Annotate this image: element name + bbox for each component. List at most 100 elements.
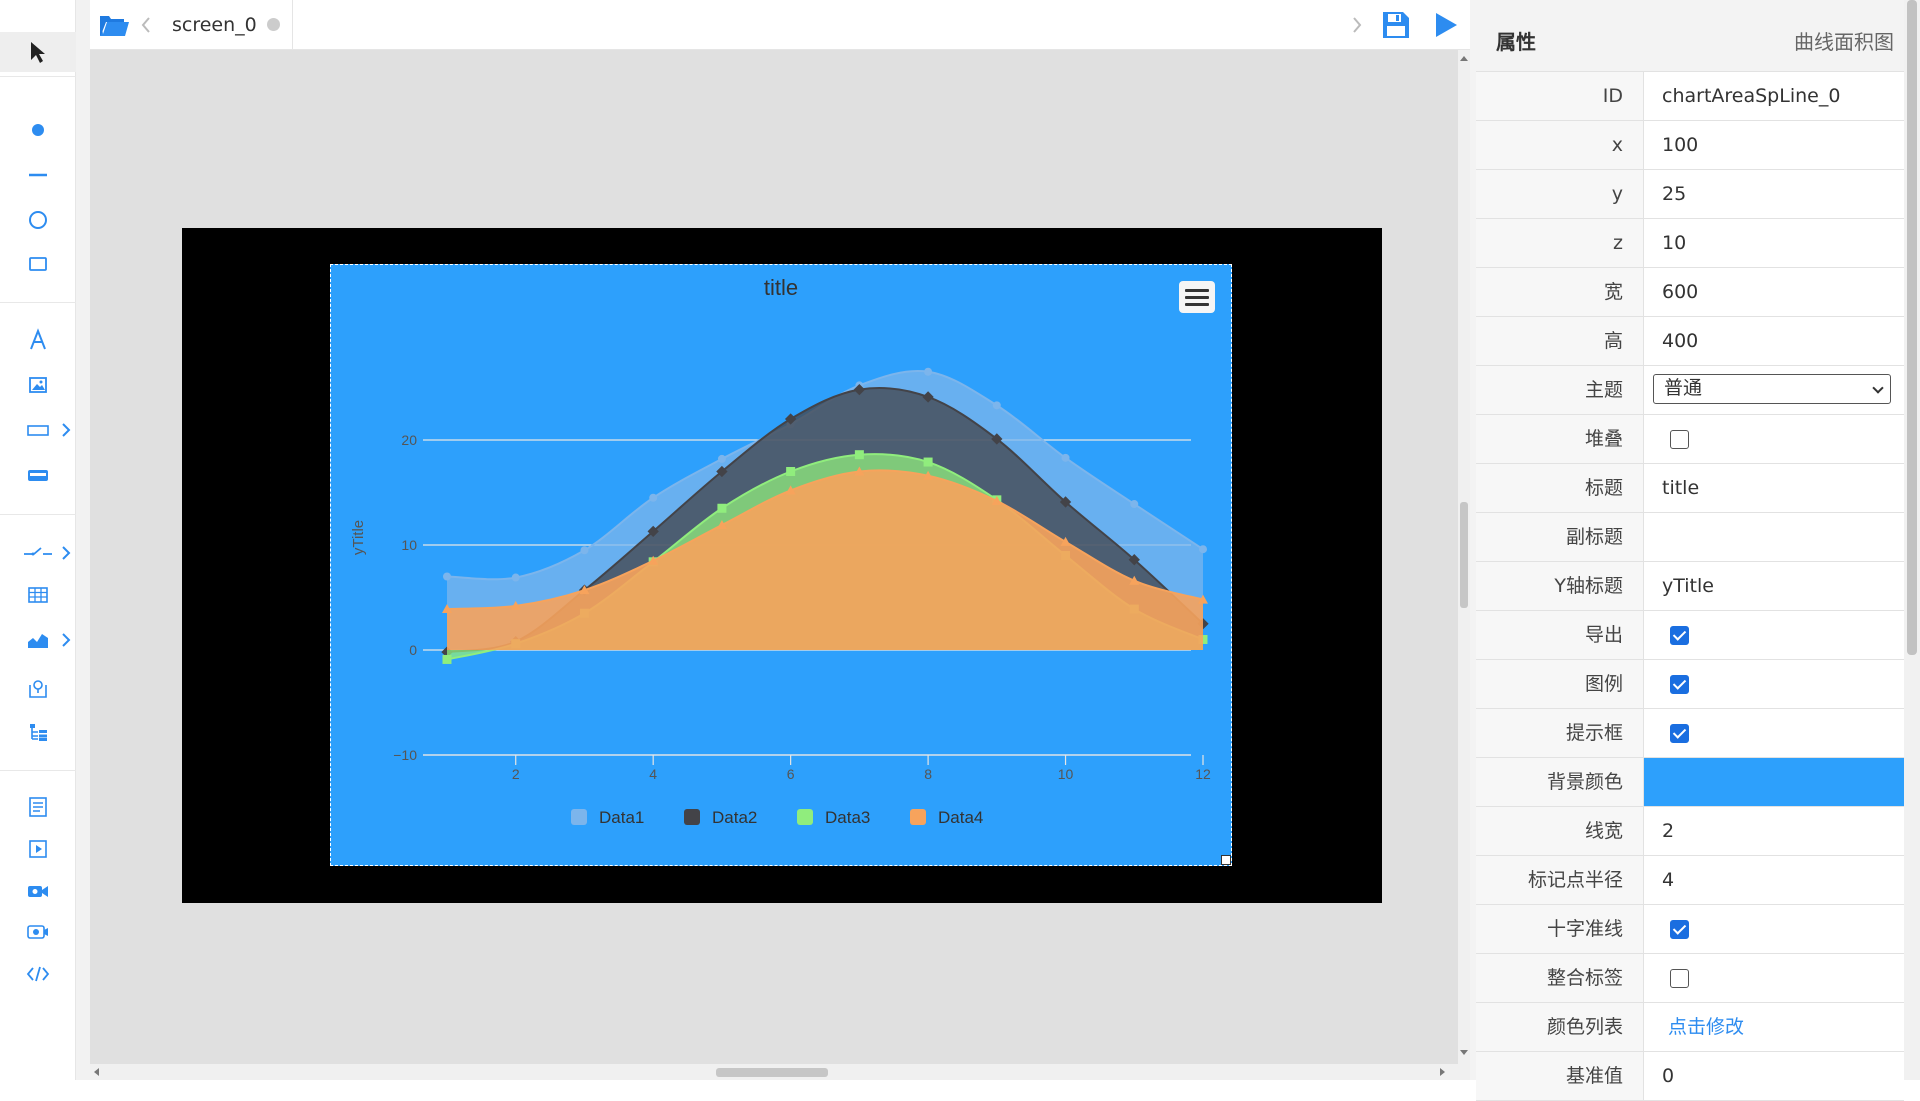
pointer-tool[interactable] bbox=[0, 32, 76, 72]
property-label: 整合标签 bbox=[1476, 954, 1644, 1002]
resize-handle[interactable] bbox=[1221, 855, 1231, 865]
canvas-horizontal-scrollbar[interactable] bbox=[90, 1064, 1470, 1080]
circle-icon bbox=[29, 211, 47, 229]
video-tool[interactable] bbox=[0, 829, 76, 869]
chevron-down-icon bbox=[1872, 382, 1884, 394]
camera-tool[interactable] bbox=[0, 871, 76, 911]
property-label: 高 bbox=[1476, 317, 1644, 365]
legend-swatch bbox=[571, 809, 587, 825]
property-row: z 10 bbox=[1476, 219, 1904, 268]
switch-tool[interactable] bbox=[0, 533, 76, 573]
property-row: 副标题 bbox=[1476, 513, 1904, 562]
property-row: 图例 bbox=[1476, 660, 1904, 709]
scrollbar-thumb[interactable] bbox=[1907, 0, 1917, 655]
data-point bbox=[786, 467, 796, 476]
property-value-input[interactable]: 100 bbox=[1644, 121, 1904, 169]
property-checkbox[interactable] bbox=[1670, 675, 1689, 694]
property-label: x bbox=[1476, 121, 1644, 169]
property-checkbox-cell[interactable] bbox=[1644, 905, 1904, 953]
dot-icon bbox=[32, 124, 44, 136]
circle-tool[interactable] bbox=[0, 200, 76, 240]
area-spline-chart[interactable]: title −10 0 10 20 yTitle 2 4 6 8 10 12 Data1 Data2 Dat… bbox=[330, 264, 1232, 866]
theme-select[interactable]: 普通 bbox=[1653, 374, 1891, 404]
scroll-up-arrow-icon[interactable] bbox=[1460, 56, 1468, 61]
form-tool[interactable] bbox=[0, 787, 76, 827]
window-tool[interactable] bbox=[0, 912, 76, 952]
tree-tool[interactable] bbox=[0, 712, 76, 752]
property-value-input[interactable]: 400 bbox=[1644, 317, 1904, 365]
data-point bbox=[1130, 500, 1139, 509]
line-tool[interactable] bbox=[0, 155, 76, 195]
tab-scroll-right-icon[interactable] bbox=[1351, 16, 1363, 34]
property-checkbox-cell[interactable] bbox=[1644, 709, 1904, 757]
property-row: 背景颜色 bbox=[1476, 758, 1904, 807]
table-tool[interactable] bbox=[0, 575, 76, 615]
export-menu-button[interactable] bbox=[1179, 281, 1215, 313]
image-tool[interactable] bbox=[0, 365, 76, 405]
property-value-input[interactable] bbox=[1644, 513, 1904, 561]
property-list: ID chartAreaSpLine_0 x 100 y 25 z 10 宽 600 高 400 主题普… bbox=[1476, 72, 1904, 1101]
code-tool[interactable] bbox=[0, 954, 76, 994]
video-icon bbox=[29, 840, 47, 858]
background-color-swatch[interactable] bbox=[1644, 758, 1904, 806]
property-value-input[interactable]: 600 bbox=[1644, 268, 1904, 316]
data-point bbox=[717, 454, 726, 463]
property-row: y 25 bbox=[1476, 170, 1904, 219]
input-box-tool[interactable] bbox=[0, 410, 76, 450]
scroll-right-arrow-icon[interactable] bbox=[1440, 1068, 1445, 1076]
property-value-input[interactable]: yTitle bbox=[1644, 562, 1904, 610]
scrollbar-thumb[interactable] bbox=[716, 1068, 828, 1077]
x-tick-label: 4 bbox=[649, 766, 657, 782]
chart-tool[interactable] bbox=[0, 620, 76, 660]
property-select-cell[interactable]: 普通 bbox=[1644, 366, 1904, 414]
tab-screen[interactable]: screen_0 bbox=[142, 0, 293, 49]
panel-scrollbar[interactable] bbox=[1904, 0, 1920, 1080]
run-button[interactable] bbox=[1433, 11, 1459, 43]
property-checkbox[interactable] bbox=[1670, 969, 1689, 988]
table-icon bbox=[28, 587, 48, 603]
x-tick-label: 6 bbox=[787, 766, 795, 782]
legend-swatch bbox=[910, 809, 926, 825]
open-folder-button[interactable] bbox=[98, 10, 130, 44]
save-button[interactable] bbox=[1380, 9, 1412, 45]
property-label: 副标题 bbox=[1476, 513, 1644, 561]
scrollbar-thumb[interactable] bbox=[1460, 502, 1468, 608]
property-checkbox[interactable] bbox=[1670, 626, 1689, 645]
edit-colors-link[interactable]: 点击修改 bbox=[1644, 1003, 1904, 1051]
data-point bbox=[924, 367, 933, 376]
input-box-icon bbox=[27, 425, 49, 436]
window-icon bbox=[27, 925, 48, 939]
chevron-right-icon bbox=[62, 423, 71, 437]
property-value-input[interactable]: 2 bbox=[1644, 807, 1904, 855]
map-tool[interactable] bbox=[0, 668, 76, 708]
data-point bbox=[992, 401, 1001, 410]
property-checkbox-cell[interactable] bbox=[1644, 611, 1904, 659]
x-tick-label: 8 bbox=[924, 766, 932, 782]
property-value-input[interactable]: title bbox=[1644, 464, 1904, 512]
legend-swatch bbox=[684, 809, 700, 825]
canvas-vertical-scrollbar[interactable] bbox=[1458, 50, 1470, 1064]
property-value-input[interactable]: chartAreaSpLine_0 bbox=[1644, 72, 1904, 120]
property-checkbox-cell[interactable] bbox=[1644, 954, 1904, 1002]
property-value-input[interactable]: 25 bbox=[1644, 170, 1904, 218]
scroll-down-arrow-icon[interactable] bbox=[1460, 1050, 1468, 1055]
property-checkbox-cell[interactable] bbox=[1644, 415, 1904, 463]
property-value-input[interactable]: 0 bbox=[1644, 1052, 1904, 1100]
scroll-left-arrow-icon[interactable] bbox=[94, 1068, 99, 1076]
data-point bbox=[923, 457, 933, 467]
dot-tool[interactable] bbox=[0, 110, 76, 150]
property-label: z bbox=[1476, 219, 1644, 267]
property-checkbox[interactable] bbox=[1670, 724, 1689, 743]
property-value-input[interactable]: 4 bbox=[1644, 856, 1904, 904]
property-row: 主题 普通 bbox=[1476, 366, 1904, 415]
text-tool[interactable] bbox=[0, 320, 76, 360]
property-value-input[interactable]: 10 bbox=[1644, 219, 1904, 267]
panel-title: 属性 bbox=[1496, 30, 1536, 54]
text-icon bbox=[30, 328, 46, 350]
property-checkbox[interactable] bbox=[1670, 430, 1689, 449]
property-checkbox-cell[interactable] bbox=[1644, 660, 1904, 708]
property-checkbox[interactable] bbox=[1670, 920, 1689, 939]
rectangle-tool[interactable] bbox=[0, 244, 76, 284]
chevron-right-icon bbox=[62, 546, 71, 560]
button-tool[interactable] bbox=[0, 455, 76, 495]
